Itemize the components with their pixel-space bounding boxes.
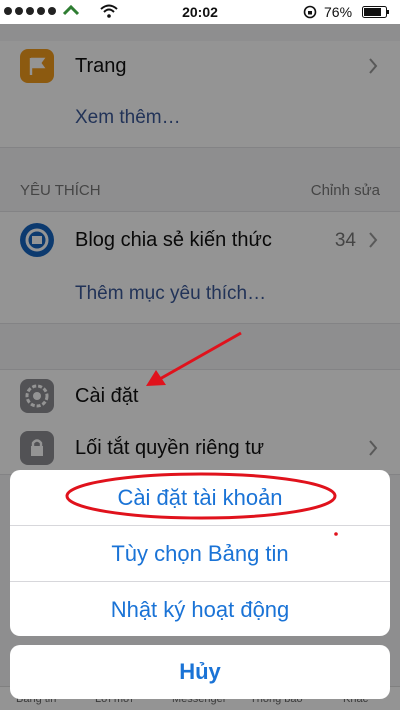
activity-log-option[interactable]: Nhật ký hoạt động (10, 582, 390, 636)
action-sheet: Cài đặt tài khoản Tùy chọn Bảng tin Nhật… (10, 470, 390, 636)
cancel-button[interactable]: Hủy (10, 645, 390, 699)
account-settings-option[interactable]: Cài đặt tài khoản (10, 470, 390, 525)
battery-percent: 76% (324, 4, 353, 20)
battery-icon (362, 6, 389, 18)
status-bar: 20:02 76% (0, 0, 400, 24)
rotation-lock-icon (303, 5, 317, 19)
news-feed-preferences-option[interactable]: Tùy chọn Bảng tin (10, 526, 390, 581)
